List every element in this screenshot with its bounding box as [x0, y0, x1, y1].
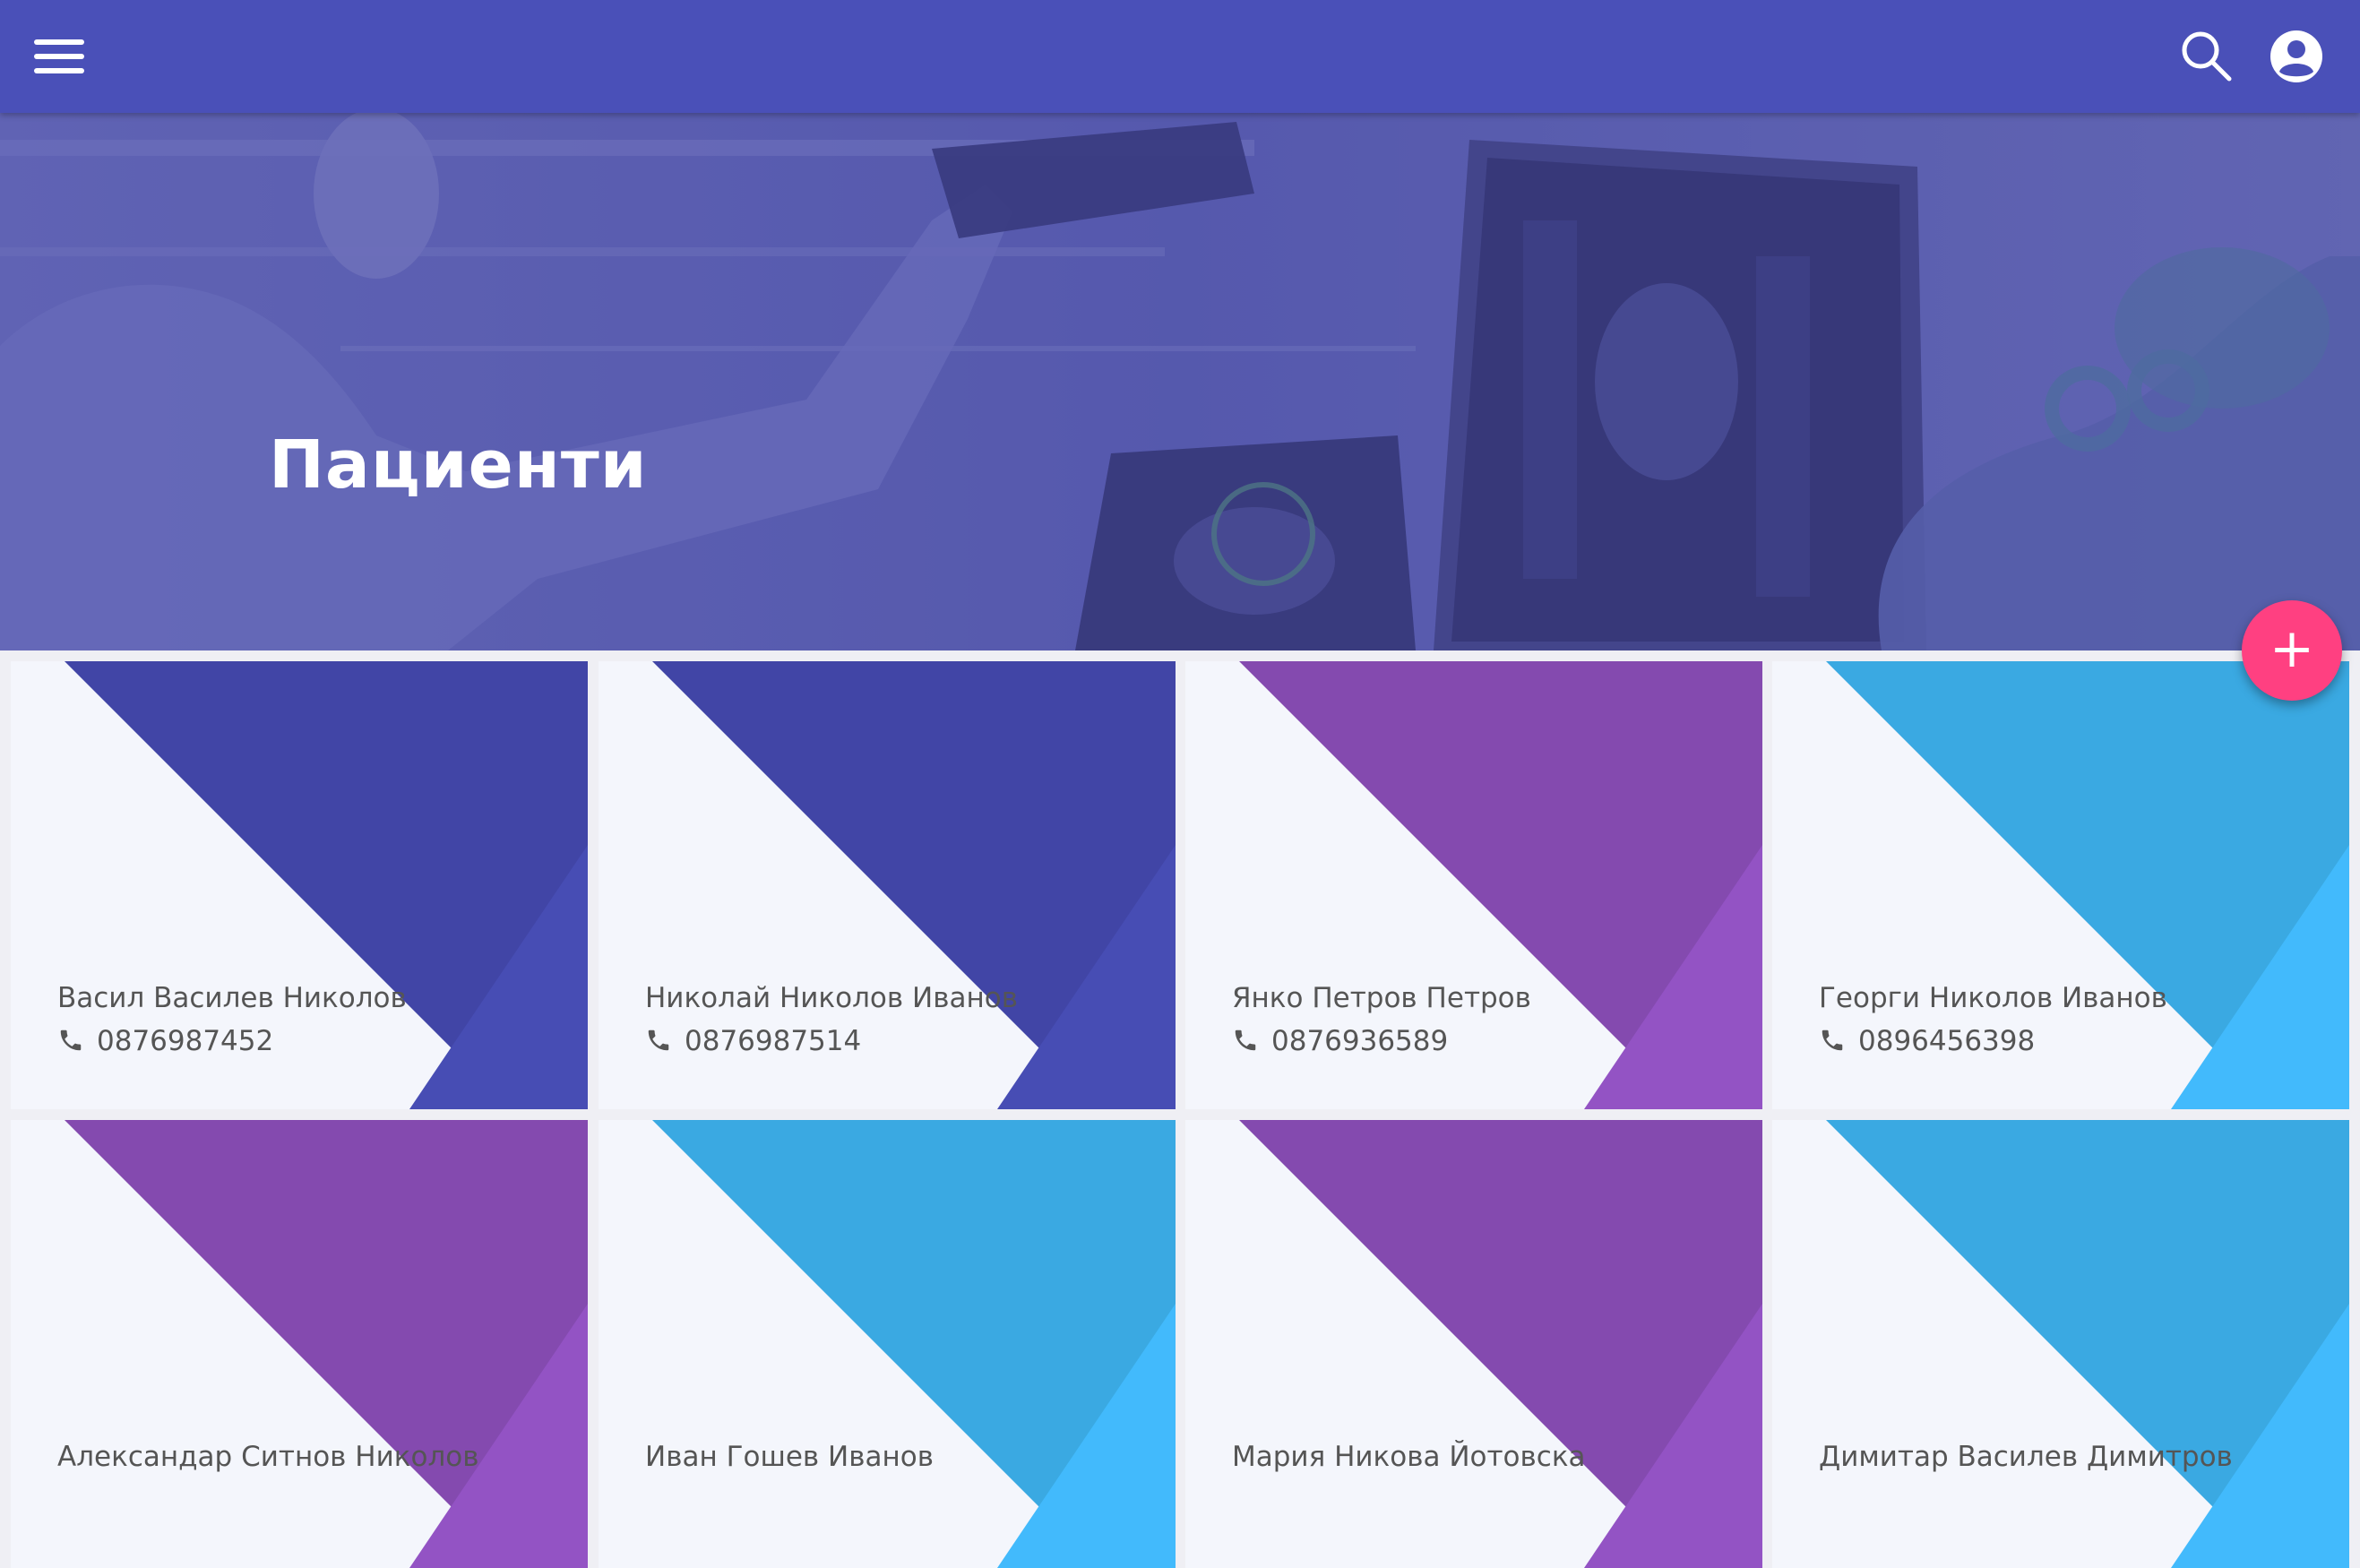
patient-phone: 0876987514 — [645, 1025, 861, 1057]
patient-card[interactable]: Александар Ситнов Николов — [11, 1120, 588, 1568]
phone-number: 0896456398 — [1858, 1025, 2036, 1057]
hero-background-image — [0, 113, 2360, 650]
patient-card[interactable]: Георги Николов Иванов 0896456398 — [1772, 661, 2349, 1109]
patient-name: Александар Ситнов Николов — [57, 1441, 479, 1473]
patient-phone: 0876936589 — [1232, 1025, 1448, 1057]
phone-icon — [1235, 1030, 1256, 1051]
add-patient-button[interactable]: + — [2242, 600, 2342, 701]
menu-icon[interactable] — [34, 34, 84, 79]
patient-name: Мария Никова Йотовска — [1232, 1441, 1586, 1473]
phone-icon — [1822, 1030, 1843, 1051]
card-decoration — [652, 1120, 1176, 1568]
phone-number: 0876936589 — [1271, 1025, 1449, 1057]
hero-banner: Пациенти — [0, 113, 2360, 650]
patient-card[interactable]: Иван Гошев Иванов — [599, 1120, 1176, 1568]
phone-number: 0876987514 — [685, 1025, 862, 1057]
card-decoration — [1239, 1120, 1762, 1568]
card-decoration — [65, 1120, 588, 1568]
phone-icon — [60, 1030, 82, 1051]
phone-number: 0876987452 — [97, 1025, 274, 1057]
patient-name: Иван Гошев Иванов — [645, 1441, 934, 1473]
patient-name: Георги Николов Иванов — [1819, 982, 2167, 1014]
search-icon[interactable] — [2179, 29, 2235, 84]
patient-card[interactable]: Димитар Василев Димитров — [1772, 1120, 2349, 1568]
page-title: Пациенти — [269, 426, 648, 504]
patient-name: Димитар Василев Димитров — [1819, 1441, 2233, 1473]
patient-name: Васил Василев Николов — [57, 982, 407, 1014]
patient-card[interactable]: Васил Василев Николов 0876987452 — [11, 661, 588, 1109]
phone-icon — [648, 1030, 669, 1051]
plus-icon: + — [2269, 617, 2315, 680]
patient-name: Янко Петров Петров — [1232, 982, 1531, 1014]
patient-card[interactable]: Николай Николов Иванов 0876987514 — [599, 661, 1176, 1109]
patient-card[interactable]: Янко Петров Петров 0876936589 — [1185, 661, 1762, 1109]
account-circle-icon[interactable] — [2269, 29, 2324, 84]
patient-phone: 0896456398 — [1819, 1025, 2035, 1057]
card-decoration — [1826, 1120, 2349, 1568]
patient-name: Николай Николов Иванов — [645, 982, 1018, 1014]
patient-phone: 0876987452 — [57, 1025, 273, 1057]
app-bar — [0, 0, 2360, 113]
patient-card[interactable]: Мария Никова Йотовска — [1185, 1120, 1762, 1568]
